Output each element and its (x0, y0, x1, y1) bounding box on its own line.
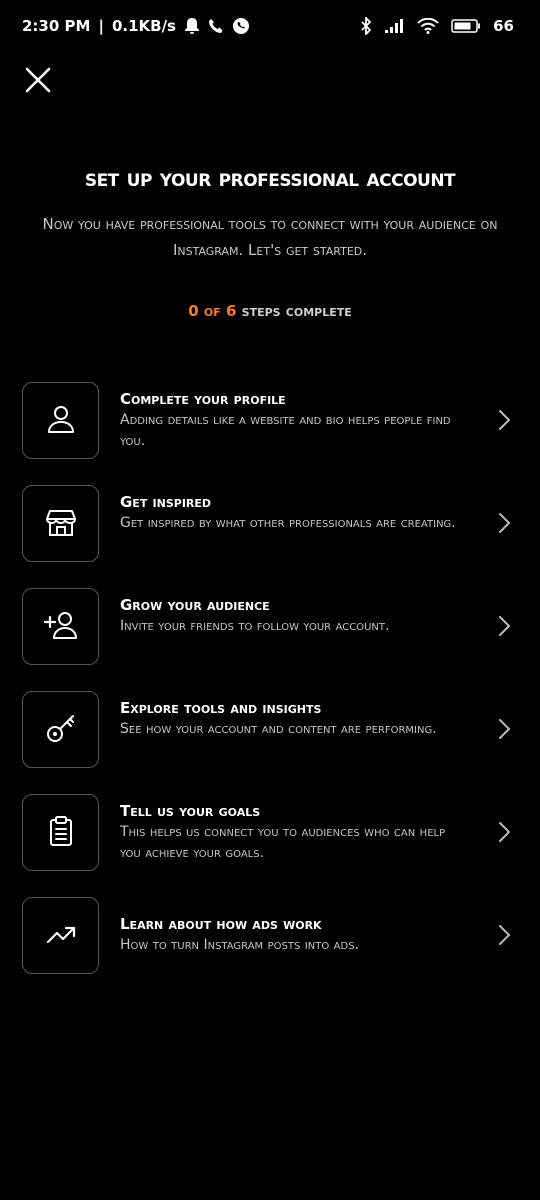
step-text: Get inspired Get inspired by what other … (120, 493, 470, 534)
step-tell-goals[interactable]: Tell us your goals This helps us connect… (0, 794, 540, 872)
phone-icon (208, 18, 224, 34)
step-text: Complete your profile Adding details lik… (120, 390, 470, 452)
close-icon (24, 66, 52, 98)
step-description: This helps us connect you to audiences w… (120, 824, 446, 861)
chevron-right-icon (496, 820, 512, 844)
network-speed: 0.1KB/s (111, 17, 176, 35)
chevron-right-icon (496, 511, 512, 535)
chevron-right-icon (496, 717, 512, 741)
step-get-inspired[interactable]: Get inspired Get inspired by what other … (0, 485, 540, 563)
step-icon-box (22, 382, 99, 459)
status-left: 2:30 PM | 0.1KB/s (22, 17, 250, 35)
step-explore-tools[interactable]: Explore tools and insights See how your … (0, 691, 540, 769)
step-title: Explore tools and insights (120, 699, 322, 717)
steps-total-count: 6 (225, 302, 237, 320)
step-description: Get inspired by what other professionals… (120, 515, 456, 531)
step-description: Invite your friends to follow your accou… (120, 618, 390, 634)
bluetooth-icon (359, 17, 373, 35)
wifi-icon (417, 18, 439, 34)
step-icon-box (22, 794, 99, 871)
step-icon-box (22, 485, 99, 562)
step-text: Explore tools and insights See how your … (120, 699, 470, 740)
steps-progress: 0 of 6 steps complete (0, 302, 540, 320)
whatsapp-icon (232, 17, 250, 35)
step-description: How to turn Instagram posts into ads. (120, 937, 359, 953)
person-icon (44, 402, 78, 440)
step-text: Grow your audience Invite your friends t… (120, 596, 470, 637)
key-icon (44, 711, 78, 749)
signal-icon (385, 19, 405, 33)
battery-icon (451, 19, 481, 33)
steps-completed-count: 0 (188, 302, 199, 320)
step-icon-box (22, 691, 99, 768)
step-text: Tell us your goals This helps us connect… (120, 802, 470, 864)
clipboard-icon (44, 814, 78, 852)
add-person-icon (43, 608, 79, 646)
step-learn-ads[interactable]: Learn about how ads work How to turn Ins… (0, 897, 540, 975)
step-complete-profile[interactable]: Complete your profile Adding details lik… (0, 382, 540, 460)
chevron-right-icon (496, 923, 512, 947)
step-description: Adding details like a website and bio he… (120, 412, 451, 449)
page-title: Set up your professional account (84, 164, 456, 192)
step-icon-box (22, 897, 99, 974)
step-description: See how your account and content are per… (120, 721, 437, 737)
step-title: Tell us your goals (120, 802, 261, 820)
chevron-right-icon (496, 408, 512, 432)
step-title: Learn about how ads work (120, 915, 322, 933)
status-bar: 2:30 PM | 0.1KB/s 66 (0, 0, 540, 52)
step-icon-box (22, 588, 99, 665)
trending-up-icon (44, 917, 78, 955)
step-text: Learn about how ads work How to turn Ins… (120, 915, 470, 956)
shop-icon (44, 505, 78, 543)
step-title: Grow your audience (120, 596, 270, 614)
chevron-right-icon (496, 614, 512, 638)
status-time: 2:30 PM (22, 17, 91, 35)
status-right: 66 (359, 17, 514, 35)
page-subtitle: Now you have professional tools to conne… (42, 215, 498, 259)
step-title: Complete your profile (120, 390, 286, 408)
steps-complete-label: steps complete (241, 302, 352, 320)
step-title: Get inspired (120, 493, 212, 511)
notification-bell-icon (184, 17, 200, 35)
steps-of-word: of (203, 302, 221, 320)
battery-level: 66 (493, 17, 514, 35)
status-separator: | (98, 17, 104, 35)
close-button[interactable] (18, 62, 58, 102)
step-grow-audience[interactable]: Grow your audience Invite your friends t… (0, 588, 540, 666)
